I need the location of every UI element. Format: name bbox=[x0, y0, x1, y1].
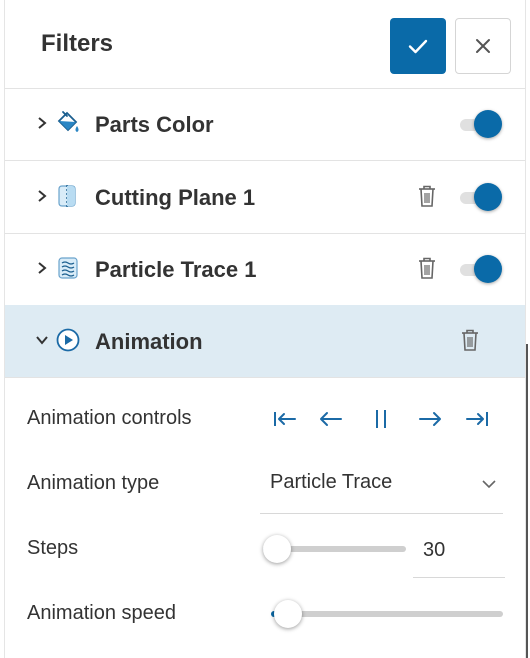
background-divider bbox=[526, 344, 528, 658]
filter-row-cutting-plane[interactable]: Cutting Plane 1 bbox=[5, 161, 525, 234]
paint-bucket-icon bbox=[57, 111, 79, 132]
filter-toggle[interactable] bbox=[458, 110, 504, 138]
animation-speed-slider[interactable] bbox=[271, 599, 503, 629]
steps-input[interactable]: 30 bbox=[413, 522, 505, 578]
filter-toggle[interactable] bbox=[458, 183, 504, 211]
filter-label: Particle Trace 1 bbox=[95, 257, 257, 282]
step-forward-icon[interactable] bbox=[417, 407, 443, 431]
filter-row-particle-trace[interactable]: Particle Trace 1 bbox=[5, 233, 525, 306]
filter-row-parts-color[interactable]: Parts Color bbox=[5, 88, 525, 161]
chevron-right-icon[interactable] bbox=[35, 187, 49, 205]
animation-controls-label: Animation controls bbox=[27, 407, 192, 429]
trash-icon[interactable] bbox=[417, 184, 437, 208]
step-back-icon[interactable] bbox=[318, 407, 344, 431]
filter-toggle[interactable] bbox=[458, 255, 504, 283]
skip-to-end-icon[interactable] bbox=[465, 407, 491, 431]
skip-to-start-icon[interactable] bbox=[271, 407, 297, 431]
animation-speed-slider-handle[interactable] bbox=[274, 600, 302, 628]
check-icon bbox=[408, 39, 428, 54]
steps-slider[interactable] bbox=[263, 534, 406, 564]
animation-type-value: Particle Trace bbox=[270, 471, 393, 493]
close-icon bbox=[476, 39, 490, 53]
trash-icon[interactable] bbox=[460, 328, 480, 352]
animation-type-select[interactable]: Particle Trace bbox=[260, 460, 503, 514]
panel-title: Filters bbox=[41, 30, 114, 57]
chevron-down-icon[interactable] bbox=[35, 331, 49, 349]
confirm-button[interactable] bbox=[390, 18, 446, 74]
filter-row-animation[interactable]: Animation bbox=[5, 305, 525, 378]
animation-type-label: Animation type bbox=[27, 472, 160, 494]
steps-label: Steps bbox=[27, 537, 79, 559]
filters-panel: Filters Parts Color Cutting Plane 1 Part… bbox=[4, 0, 526, 658]
filter-label: Parts Color bbox=[95, 112, 214, 137]
animation-speed-label: Animation speed bbox=[27, 602, 176, 624]
panel-header: Filters bbox=[5, 0, 525, 89]
chevron-right-icon[interactable] bbox=[35, 259, 49, 277]
trash-icon[interactable] bbox=[417, 256, 437, 280]
chevron-down-icon bbox=[482, 480, 496, 489]
close-button[interactable] bbox=[455, 18, 511, 74]
pause-icon[interactable] bbox=[368, 407, 394, 431]
play-circle-icon bbox=[56, 328, 80, 352]
chevron-right-icon[interactable] bbox=[35, 114, 49, 132]
particle-trace-icon bbox=[58, 257, 78, 279]
cutting-plane-icon bbox=[58, 185, 76, 207]
filter-label: Animation bbox=[95, 329, 203, 354]
steps-slider-handle[interactable] bbox=[263, 535, 291, 563]
steps-value: 30 bbox=[423, 539, 446, 561]
filter-label: Cutting Plane 1 bbox=[95, 185, 256, 210]
